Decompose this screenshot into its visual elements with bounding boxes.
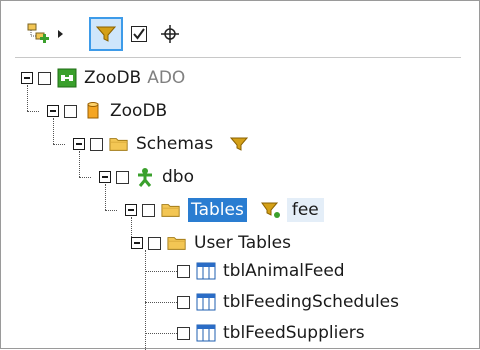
collapse-toggle[interactable] — [21, 72, 33, 84]
tree-node-schemas[interactable]: Schemas — [73, 129, 256, 159]
tree-node-connection[interactable]: ZooDB ADO — [21, 63, 185, 93]
folder-icon — [109, 134, 129, 154]
dropdown-arrow-icon — [58, 30, 63, 38]
tree-node-user-tables[interactable]: User Tables — [131, 228, 291, 258]
node-checkbox[interactable] — [38, 71, 51, 85]
filter-text[interactable]: fee — [286, 198, 324, 222]
dbo-label: dbo — [162, 167, 194, 187]
check-objects-button[interactable] — [125, 17, 153, 51]
schemas-label: Schemas — [136, 134, 214, 154]
tree-node-database[interactable]: ZooDB — [47, 96, 167, 126]
connection-label: ZooDB — [84, 68, 142, 88]
connection-icon — [57, 68, 77, 88]
toolbar-divider — [15, 57, 461, 58]
tree-node-dbo[interactable]: dbo — [99, 162, 194, 192]
connection-type: ADO — [147, 68, 186, 88]
table-icon — [196, 323, 216, 343]
node-checkbox[interactable] — [148, 236, 161, 250]
database-tree-panel: ZooDB ADO ZooDB Schemas dbo Tables fee U… — [0, 0, 480, 350]
node-checkbox[interactable] — [177, 326, 190, 340]
active-filter-icon — [260, 200, 281, 220]
node-checkbox[interactable] — [90, 137, 103, 151]
collapse-toggle[interactable] — [131, 237, 143, 249]
filter-button[interactable] — [89, 17, 123, 51]
table-label: tblFeedSuppliers — [223, 323, 365, 343]
tree-node-table[interactable]: tblFeedSuppliers — [177, 318, 365, 348]
tree-node-tables[interactable]: Tables fee — [125, 195, 324, 225]
table-label: tblFeedingSchedules — [223, 292, 400, 312]
tree-line — [145, 333, 177, 334]
node-checkbox[interactable] — [116, 170, 129, 184]
schema-user-icon — [135, 167, 155, 187]
collapse-toggle[interactable] — [125, 204, 137, 216]
filter-icon — [96, 26, 116, 42]
tree-line — [105, 210, 117, 211]
user-tables-label: User Tables — [194, 233, 291, 253]
tree-line — [145, 250, 146, 350]
filter-icon — [229, 134, 249, 154]
collapse-toggle[interactable] — [99, 171, 111, 183]
database-icon — [83, 101, 103, 121]
tree-line — [27, 111, 39, 112]
database-label: ZooDB — [110, 101, 168, 121]
node-checkbox[interactable] — [142, 203, 155, 217]
table-icon — [196, 292, 216, 312]
tree-line — [53, 144, 65, 145]
collapse-toggle[interactable] — [73, 138, 85, 150]
node-checkbox[interactable] — [177, 295, 190, 309]
checkbox-checked-icon — [131, 26, 147, 42]
locate-object-button[interactable] — [155, 17, 185, 51]
crosshair-icon — [161, 25, 179, 43]
table-icon — [196, 261, 216, 281]
tree-line — [145, 271, 177, 272]
add-object-dropdown[interactable] — [55, 17, 67, 51]
node-checkbox[interactable] — [64, 104, 77, 118]
table-label: tblAnimalFeed — [223, 261, 345, 281]
folder-icon — [167, 233, 187, 253]
node-checkbox[interactable] — [177, 264, 190, 278]
add-object-icon — [27, 23, 49, 43]
tree-line — [79, 177, 91, 178]
add-object-button[interactable] — [23, 17, 53, 51]
tree-node-table[interactable]: tblFeedingSchedules — [177, 287, 399, 317]
tree-node-table[interactable]: tblAnimalFeed — [177, 256, 345, 286]
collapse-toggle[interactable] — [47, 105, 59, 117]
folder-icon — [161, 200, 181, 220]
tree-line — [145, 302, 177, 303]
tables-label: Tables — [188, 198, 247, 222]
